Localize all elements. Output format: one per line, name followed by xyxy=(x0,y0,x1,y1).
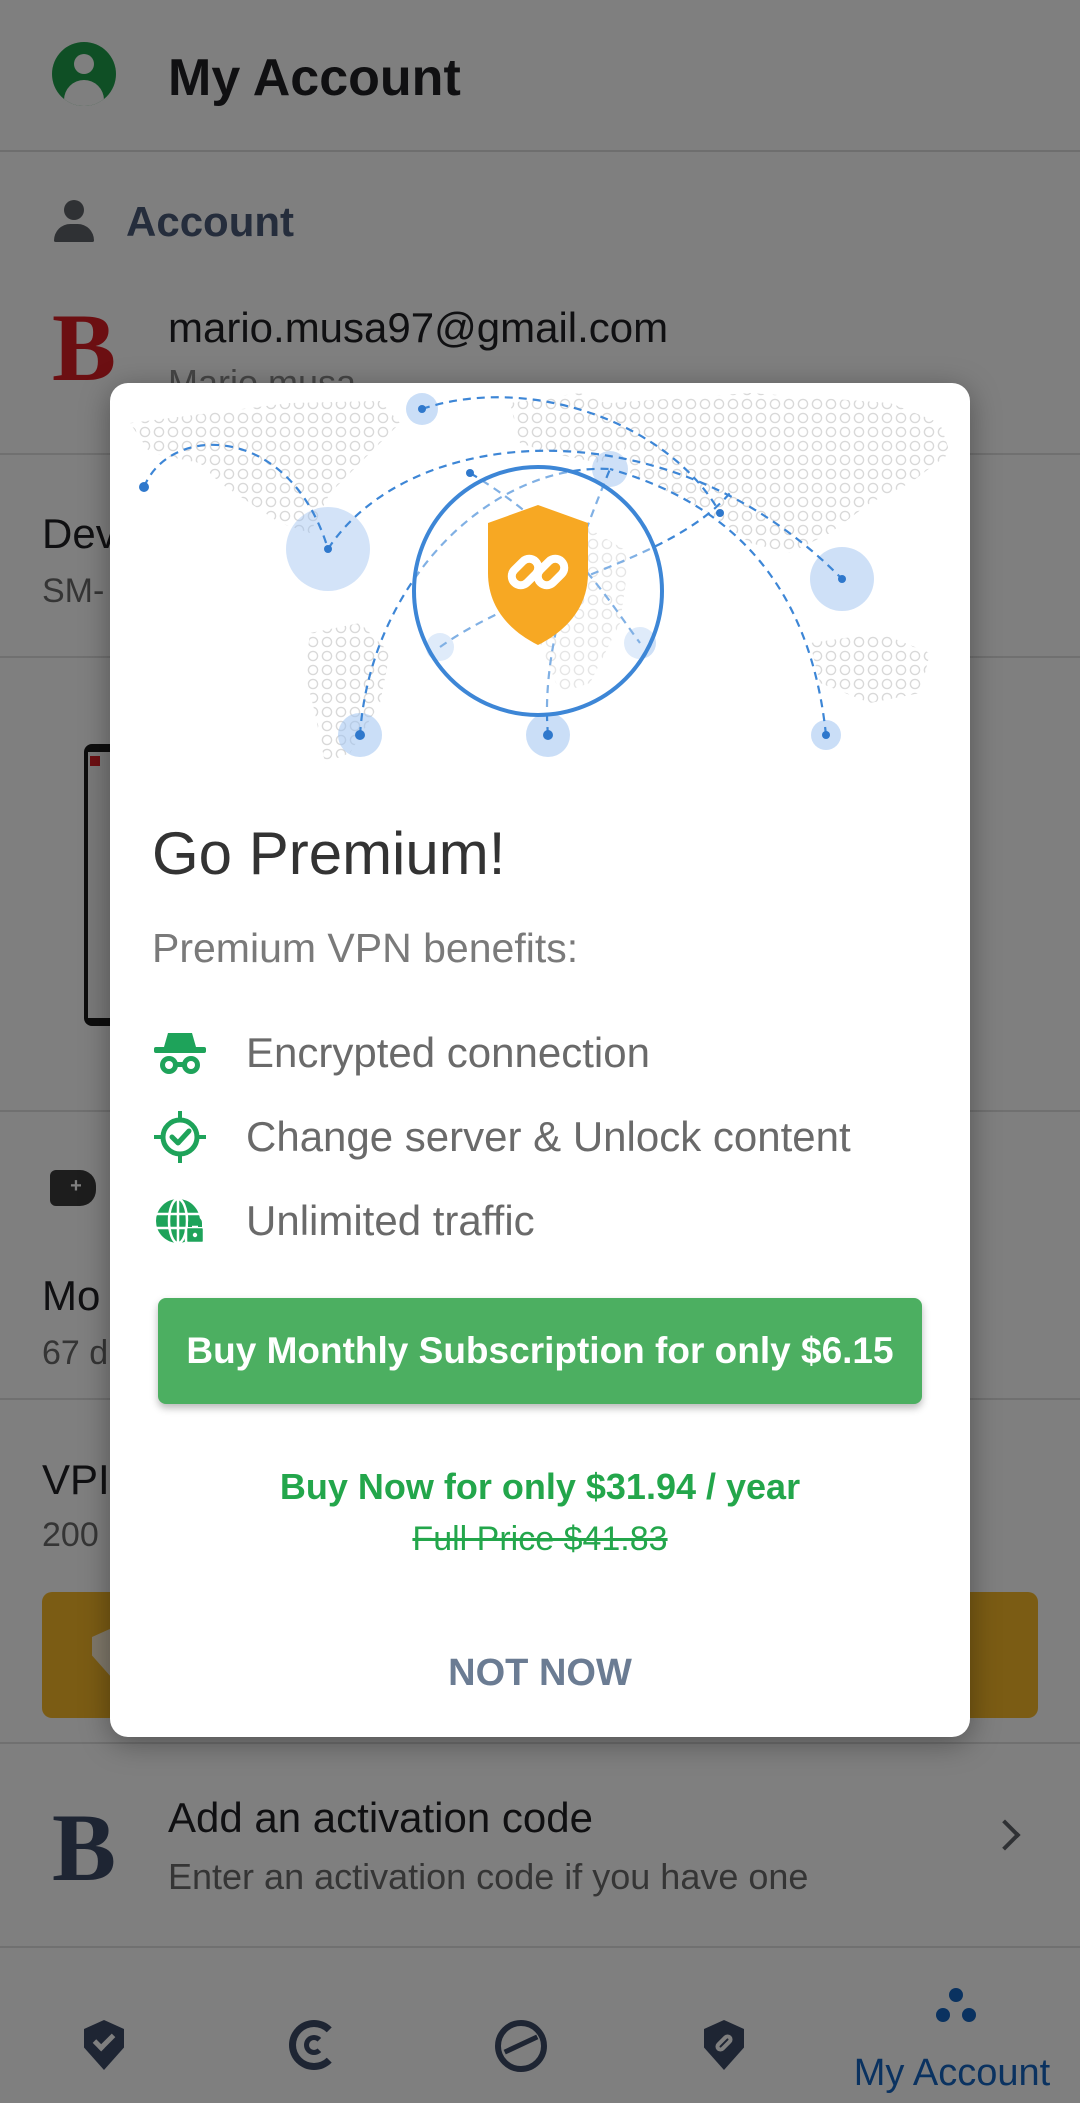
globe-lock-icon xyxy=(156,1197,206,1245)
benefit-item: Unlimited traffic xyxy=(152,1191,952,1251)
benefit-label: Encrypted connection xyxy=(246,1029,650,1076)
world-map-illustration xyxy=(130,393,950,763)
dialog-subtitle: Premium VPN benefits: xyxy=(152,925,579,971)
incognito-icon xyxy=(154,1033,206,1074)
dialog-title: Go Premium! xyxy=(152,820,506,887)
benefit-label: Unlimited traffic xyxy=(246,1197,535,1244)
target-check-icon xyxy=(154,1111,206,1163)
not-now-button[interactable]: NOT NOW xyxy=(390,1643,690,1703)
buy-yearly-link[interactable]: Buy Now for only $31.94 / year xyxy=(110,1466,970,1508)
benefit-item: Encrypted connection xyxy=(152,1023,952,1083)
benefit-item: Change server & Unlock content xyxy=(152,1107,952,1167)
buy-monthly-button[interactable]: Buy Monthly Subscription for only $6.15 xyxy=(158,1298,922,1404)
benefit-label: Change server & Unlock content xyxy=(246,1113,851,1160)
go-premium-dialog: Go Premium! Premium VPN benefits: Encryp… xyxy=(110,383,970,1737)
full-price-label: Full Price $41.83 xyxy=(412,1520,668,1558)
